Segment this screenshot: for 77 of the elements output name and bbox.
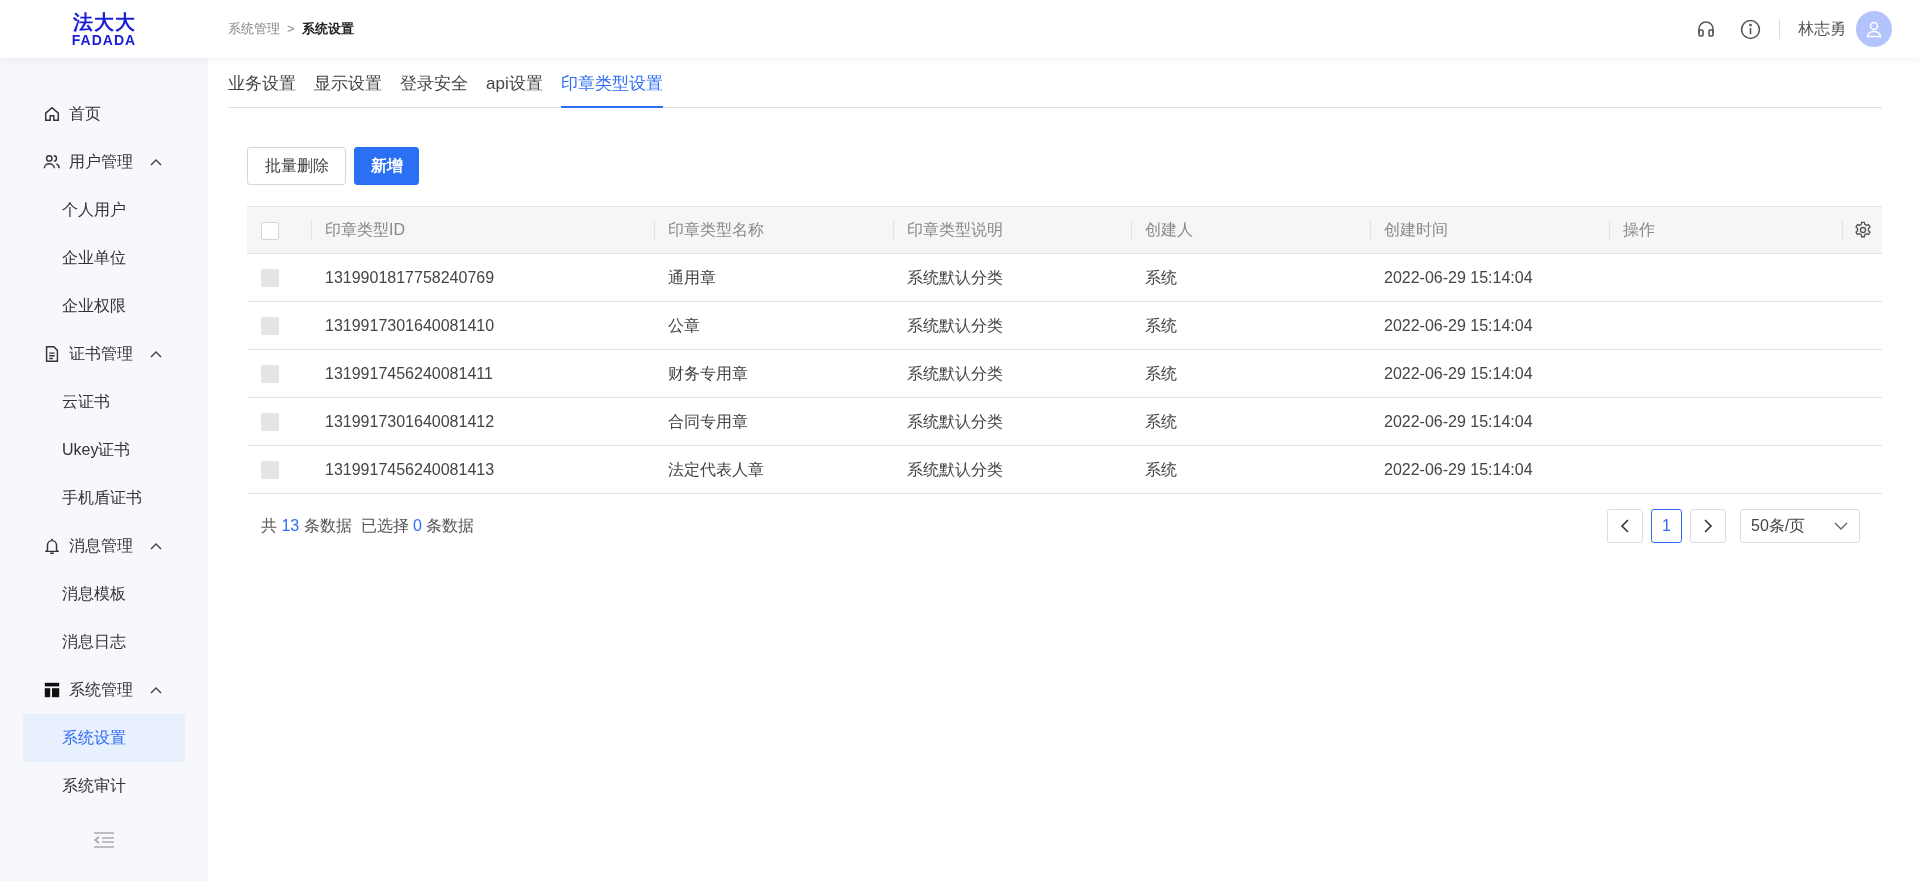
table-cell: 2022-06-29 15:14:04 [1384, 412, 1533, 430]
tab[interactable]: 业务设置 [228, 70, 296, 108]
sidebar-item[interactable]: 手机盾证书 [23, 474, 185, 522]
next-page-button[interactable] [1690, 509, 1726, 543]
table-cell: 财务专用章 [668, 364, 748, 382]
table-cell: 2022-06-29 15:14:04 [1384, 268, 1533, 286]
column-header: 操作 [1623, 220, 1655, 240]
sidebar-item[interactable]: Ukey证书 [23, 426, 185, 474]
headset-icon[interactable] [1696, 19, 1716, 39]
sidebar-item[interactable]: 企业权限 [23, 282, 185, 330]
breadcrumb-link[interactable]: 系统管理 [228, 19, 280, 39]
table-cell: 通用章 [668, 268, 716, 286]
table-cell: 系统默认分类 [907, 460, 1003, 478]
info-icon[interactable] [1740, 18, 1761, 40]
checkbox[interactable] [261, 221, 279, 240]
table-cell: 2022-06-29 15:14:04 [1384, 316, 1533, 334]
sidebar-item[interactable]: 消息日志 [23, 618, 185, 666]
table-cell: 系统 [1145, 268, 1177, 286]
sidebar-item[interactable]: 企业单位 [23, 234, 185, 282]
table-cell: 公章 [668, 316, 700, 334]
column-header: 印章类型ID [325, 220, 405, 240]
page-size-select[interactable]: 50条/页 [1740, 509, 1860, 543]
sidebar-item[interactable]: 云证书 [23, 378, 185, 426]
table-cell: 1319901817758240769 [325, 268, 495, 286]
breadcrumb-current: 系统设置 [301, 20, 354, 39]
home-icon [43, 105, 61, 123]
previous-page-button[interactable] [1607, 509, 1643, 543]
data-summary: 共 13 条数据 已选择 0 条数据 [261, 516, 475, 536]
users-icon [43, 153, 61, 171]
logo: 法大大 FADADA [71, 11, 137, 47]
table-cell: 1319917301640081412 [325, 412, 495, 430]
column-header: 印章类型说明 [907, 220, 1003, 240]
tab[interactable]: 显示设置 [314, 70, 382, 108]
table-cell: 系统 [1145, 412, 1177, 430]
user-name: 林志勇 [1798, 19, 1846, 39]
table-cell: 系统默认分类 [907, 268, 1003, 286]
sidebar-item[interactable]: 首页 [0, 90, 208, 138]
sidebar-item[interactable]: 个人用户 [23, 186, 185, 234]
sidebar-item[interactable]: 消息管理 [0, 522, 208, 570]
column-header: 创建人 [1145, 220, 1193, 240]
sidebar-item[interactable]: 证书管理 [0, 330, 208, 378]
chevron-down-icon [1833, 520, 1849, 532]
table-cell: 系统 [1145, 316, 1177, 334]
document-icon [43, 345, 61, 363]
add-button[interactable]: 新增 [354, 147, 419, 185]
batch-delete-button[interactable]: 批量删除 [247, 147, 346, 185]
sidebar-item[interactable]: 用户管理 [0, 138, 208, 186]
table-cell: 2022-06-29 15:14:04 [1384, 364, 1533, 382]
tab[interactable]: 印章类型设置 [560, 70, 663, 108]
table-cell: 1319917456240081411 [325, 364, 493, 382]
table-cell: 系统默认分类 [907, 412, 1003, 430]
layout-icon [43, 681, 61, 699]
chevron-left-icon [1618, 518, 1632, 534]
table-cell: 系统默认分类 [907, 364, 1003, 382]
settings-icon[interactable] [1854, 221, 1872, 239]
sidebar-item[interactable]: 系统管理 [0, 666, 208, 714]
table-cell: 系统 [1145, 364, 1177, 382]
bell-icon [43, 537, 61, 555]
user-icon [1865, 20, 1883, 38]
tab[interactable]: 登录安全 [400, 70, 468, 108]
table-cell: 法定代表人章 [668, 460, 764, 478]
chevron-right-icon [1701, 518, 1715, 534]
table-cell: 2022-06-29 15:14:04 [1384, 460, 1533, 478]
table-cell: 1319917301640081410 [325, 316, 495, 334]
breadcrumb-separator: > [287, 20, 295, 39]
column-header: 印章类型名称 [668, 220, 764, 240]
collapse-menu-icon[interactable] [92, 830, 116, 850]
table-cell: 系统 [1145, 460, 1177, 478]
sidebar-item[interactable]: 系统审计 [23, 762, 185, 810]
tab[interactable]: api设置 [486, 70, 543, 108]
table-cell: 1319917456240081413 [325, 460, 495, 478]
sidebar-item[interactable]: 系统设置 [23, 714, 185, 762]
table-cell: 合同专用章 [668, 412, 748, 430]
sidebar-item[interactable]: 消息模板 [23, 570, 185, 618]
table-cell: 系统默认分类 [907, 316, 1003, 334]
column-header: 创建时间 [1384, 220, 1448, 240]
page-button[interactable]: 1 [1651, 509, 1682, 543]
